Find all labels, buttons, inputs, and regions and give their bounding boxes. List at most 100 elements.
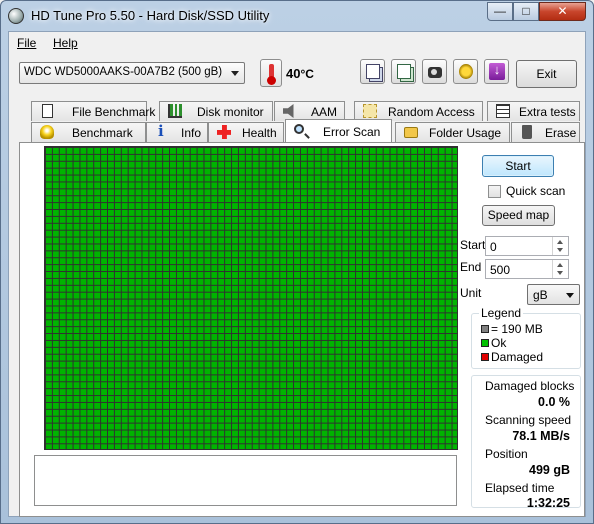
tab-row-top: File Benchmark Disk monitor AAM Random A… <box>19 101 585 121</box>
spin-down-icon[interactable] <box>557 271 563 275</box>
scanning-speed-label: Scanning speed <box>485 413 572 427</box>
options-button[interactable] <box>453 59 478 84</box>
speaker-icon <box>283 104 294 118</box>
toolbar: WDC WD5000AAKS-00A7B2 (500 gB) 40°C Exit <box>9 54 585 94</box>
tab-error-scan[interactable]: Error Scan <box>285 119 392 142</box>
tab-label: Health <box>242 126 277 140</box>
tab-benchmark[interactable]: Benchmark <box>31 122 146 142</box>
trash-icon <box>522 125 532 139</box>
minimize-button[interactable]: — <box>487 2 513 21</box>
tab-file-benchmark[interactable]: File Benchmark <box>31 101 155 121</box>
temperature-value: 40 <box>286 66 301 81</box>
block-swatch <box>481 325 489 333</box>
window-title: HD Tune Pro 5.50 - Hard Disk/SSD Utility <box>31 8 270 23</box>
table-icon <box>496 104 510 118</box>
app-icon <box>8 8 24 24</box>
tab-label: File Benchmark <box>72 105 156 119</box>
menu-file[interactable]: File <box>17 36 36 50</box>
tab-label: Folder Usage <box>429 126 502 140</box>
thermometer-icon <box>260 59 282 87</box>
tab-random-access[interactable]: Random Access <box>354 101 483 121</box>
start-label: Start <box>460 238 486 252</box>
chevron-down-icon <box>231 71 239 76</box>
client-area: File Help WDC WD5000AAKS-00A7B2 (500 gB)… <box>8 31 586 517</box>
tab-label: Erase <box>545 126 577 140</box>
close-button[interactable]: ✕ <box>539 2 586 21</box>
end-label: End <box>460 260 482 274</box>
damaged-blocks-label: Damaged blocks <box>485 379 575 393</box>
chevron-down-icon <box>566 293 574 298</box>
maximize-button[interactable]: □ <box>513 2 539 21</box>
legend-title: Legend <box>479 306 524 320</box>
legend-block-size: = 190 MB <box>481 322 543 336</box>
drive-select[interactable]: WDC WD5000AAKS-00A7B2 (500 gB) <box>19 62 245 84</box>
tab-info[interactable]: i Info <box>146 122 208 142</box>
tab-erase[interactable]: Erase <box>511 122 580 142</box>
start-button[interactable]: Start <box>482 155 554 177</box>
scan-stats: Damaged blocks 0.0 % Scanning speed 78.1… <box>471 375 581 510</box>
tab-row-bottom: Benchmark i Info Health Error Scan Folde… <box>19 119 585 142</box>
legend-block-text: = 190 MB <box>491 322 543 336</box>
legend-ok-text: Ok <box>491 336 507 350</box>
camera-icon <box>428 67 442 78</box>
unit-value: gB <box>533 288 548 302</box>
tab-disk-monitor[interactable]: Disk monitor <box>159 101 273 121</box>
chart-icon <box>168 104 182 118</box>
block-map <box>44 146 458 450</box>
elapsed-time-value: 1:32:25 <box>526 496 570 510</box>
tab-aam[interactable]: AAM <box>274 101 345 121</box>
drive-select-value: WDC WD5000AAKS-00A7B2 (500 gB) <box>24 66 223 78</box>
damaged-swatch <box>481 353 489 361</box>
elapsed-time-label: Elapsed time <box>485 481 555 495</box>
tab-health[interactable]: Health <box>208 122 284 142</box>
screenshot-button[interactable] <box>422 59 447 84</box>
folder-icon <box>404 127 418 138</box>
temperature-unit: °C <box>300 67 314 81</box>
download-icon <box>489 62 505 80</box>
download-button[interactable] <box>484 59 509 84</box>
tab-label: Disk monitor <box>197 105 264 119</box>
start-spinbox[interactable]: 0 <box>485 236 569 256</box>
spin-arrows[interactable] <box>552 260 568 278</box>
tab-label: Info <box>181 126 202 140</box>
quick-scan-label[interactable]: Quick scan <box>506 184 565 198</box>
end-value: 500 <box>490 263 511 277</box>
lightbulb-icon <box>40 125 54 139</box>
tab-extra-tests[interactable]: Extra tests <box>487 101 580 121</box>
scanning-speed-value: 78.1 MB/s <box>512 429 570 443</box>
quick-scan-checkbox[interactable] <box>488 185 501 198</box>
menu-help[interactable]: Help <box>53 36 78 50</box>
damaged-blocks-value: 0.0 % <box>538 395 570 409</box>
spin-up-icon[interactable] <box>557 240 563 244</box>
unit-label: Unit <box>460 286 482 300</box>
save-button[interactable] <box>391 59 416 84</box>
random-access-icon <box>363 104 377 118</box>
spin-arrows[interactable] <box>552 237 568 255</box>
menu-help-label: Help <box>53 36 78 50</box>
tab-folder-usage[interactable]: Folder Usage <box>395 122 510 142</box>
exit-button[interactable]: Exit <box>516 60 577 88</box>
tab-label: Extra tests <box>519 105 576 119</box>
tab-label: Benchmark <box>72 126 133 140</box>
copy-info-button[interactable] <box>360 59 385 84</box>
title-bar[interactable]: HD Tune Pro 5.50 - Hard Disk/SSD Utility… <box>1 1 593 31</box>
unit-select[interactable]: gB <box>527 284 580 305</box>
tab-label: Error Scan <box>323 125 381 139</box>
ok-swatch <box>481 339 489 347</box>
error-scan-panel: Start Quick scan Speed map Start 0 End 5… <box>19 142 585 517</box>
scan-log[interactable] <box>34 455 457 506</box>
spin-up-icon[interactable] <box>557 263 563 267</box>
end-spinbox[interactable]: 500 <box>485 259 569 279</box>
options-icon <box>459 64 473 79</box>
copy-info-icon <box>366 64 380 79</box>
app-window: HD Tune Pro 5.50 - Hard Disk/SSD Utility… <box>0 0 594 524</box>
position-label: Position <box>485 447 528 461</box>
document-icon <box>42 104 53 118</box>
info-icon: i <box>158 122 164 140</box>
speed-map-button[interactable]: Speed map <box>482 205 555 226</box>
temperature-readout: 40°C <box>286 66 314 81</box>
start-value: 0 <box>490 240 497 254</box>
legend: Legend = 190 MB Ok Damaged <box>471 306 581 369</box>
menu-file-label: File <box>17 36 37 50</box>
spin-down-icon[interactable] <box>557 248 563 252</box>
